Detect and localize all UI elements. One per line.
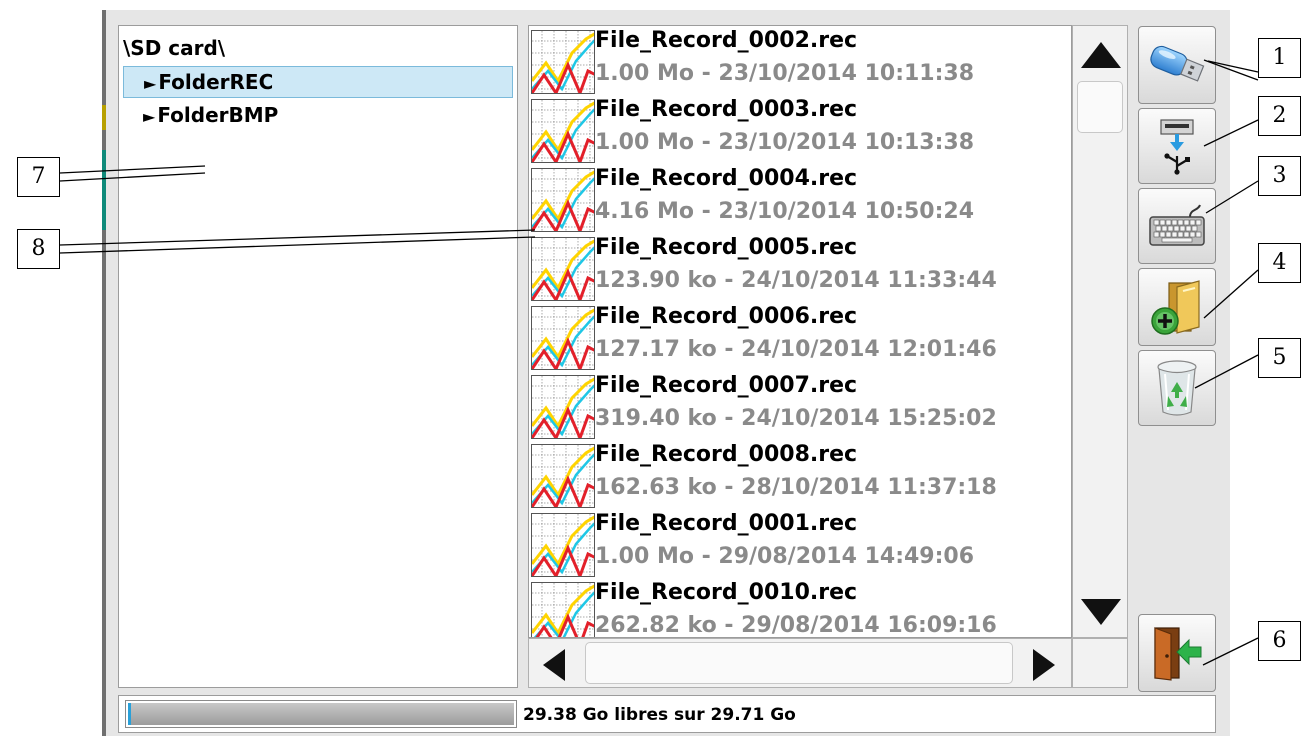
recycle-bin-icon [1157,360,1197,416]
horizontal-scroll-thumb[interactable] [585,642,1013,684]
file-name: File_Record_0006.rec [595,304,858,329]
record-file-icon [531,30,595,94]
file-size-date: 127.17 ko - 24/10/2014 12:01:46 [595,337,997,362]
exit-door-icon [1154,627,1202,681]
file-size-date: 162.63 ko - 28/10/2014 11:37:18 [595,475,997,500]
file-list-item[interactable]: File_Record_0002.rec 1.00 Mo - 23/10/2014… [529,26,1071,95]
record-file-icon [531,306,595,370]
file-name: File_Record_0003.rec [595,97,858,122]
file-list-item[interactable]: File_Record_0007.rec 319.40 ko - 24/10/20… [529,371,1071,440]
scroll-up-icon[interactable] [1081,42,1121,68]
storage-usage-fill [128,703,514,725]
keyboard-button[interactable] [1138,188,1216,264]
tree-item-label: FolderBMP [157,103,279,127]
file-list-item[interactable]: File_Record_0005.rec 123.90 ko - 24/10/20… [529,233,1071,302]
file-list-item[interactable]: File_Record_0004.rec 4.16 Mo - 23/10/2014… [529,164,1071,233]
record-file-icon [531,375,595,439]
file-size-date: 262.82 ko - 29/08/2014 16:09:16 [595,613,997,638]
callout-3: 3 [1258,156,1301,196]
file-size-date: 1.00 Mo - 23/10/2014 10:13:38 [595,130,975,155]
scroll-left-icon[interactable] [543,649,565,681]
storage-usage-bar [125,700,517,728]
tree-root-label[interactable]: \SD card\ [123,36,225,60]
tree-item-label: FolderREC [158,70,274,94]
file-name: File_Record_0010.rec [595,580,858,605]
file-list-panel[interactable]: File_Record_0002.rec 1.00 Mo - 23/10/2014… [528,25,1072,638]
tree-item-folderbmp[interactable]: ► FolderBMP [123,100,513,132]
tree-item-folderrec[interactable]: ► FolderREC [123,66,513,98]
file-name: File_Record_0008.rec [595,442,858,467]
usb-stick-icon [1150,45,1205,82]
record-file-icon [531,582,595,637]
file-name: File_Record_0001.rec [595,511,858,536]
file-list-item[interactable]: File_Record_0008.rec 162.63 ko - 28/10/20… [529,440,1071,509]
file-size-date: 1.00 Mo - 23/10/2014 10:11:38 [595,61,975,86]
file-size-date: 319.40 ko - 24/10/2014 15:25:02 [595,406,997,431]
folder-tree-panel[interactable]: \SD card\ ► FolderREC ► FolderBMP [118,25,518,688]
file-list-item[interactable]: File_Record_0006.rec 127.17 ko - 24/10/20… [529,302,1071,371]
delete-button[interactable] [1138,350,1216,426]
file-size-date: 1.00 Mo - 29/08/2014 14:49:06 [595,544,975,569]
file-list-item[interactable]: File_Record_0010.rec 262.82 ko - 29/08/20… [529,578,1071,638]
usb-transfer-icon [1160,119,1194,175]
file-name: File_Record_0005.rec [595,235,858,260]
record-file-icon [531,99,595,163]
status-bar: 29.38 Go libres sur 29.71 Go [118,695,1216,733]
keyboard-icon [1149,204,1205,246]
callout-7: 7 [17,157,60,197]
record-file-icon [531,513,595,577]
callout-8: 8 [17,229,60,269]
callout-6: 6 [1258,621,1301,661]
file-name: File_Record_0004.rec [595,166,858,191]
horizontal-scrollbar[interactable] [528,638,1072,688]
folder-arrow-icon: ► [144,74,157,93]
callout-5: 5 [1258,338,1301,378]
record-file-icon [531,444,595,508]
file-list-item[interactable]: File_Record_0001.rec 1.00 Mo - 29/08/2014… [529,509,1071,578]
record-file-icon [531,168,595,232]
callout-2: 2 [1258,96,1301,136]
new-folder-button[interactable] [1138,268,1216,346]
free-space-text: 29.38 Go libres sur 29.71 Go [523,705,796,725]
scroll-right-icon[interactable] [1033,649,1055,681]
usb-export-button[interactable] [1138,26,1216,104]
file-name: File_Record_0007.rec [595,373,858,398]
usb-transfer-button[interactable] [1138,108,1216,184]
file-size-date: 4.16 Mo - 23/10/2014 10:50:24 [595,199,975,224]
folder-arrow-icon: ► [143,107,156,126]
record-file-icon [531,237,595,301]
file-name: File_Record_0002.rec [595,28,858,53]
new-folder-icon [1151,280,1200,335]
scroll-down-icon[interactable] [1081,599,1121,625]
vertical-scroll-thumb[interactable] [1077,81,1123,133]
file-size-date: 123.90 ko - 24/10/2014 11:33:44 [595,268,997,293]
callout-4: 4 [1258,243,1301,283]
scrollbar-corner [1072,638,1128,688]
vertical-scrollbar[interactable] [1072,25,1128,638]
callout-1: 1 [1258,38,1301,78]
exit-button[interactable] [1138,614,1216,692]
file-list-item[interactable]: File_Record_0003.rec 1.00 Mo - 23/10/2014… [529,95,1071,164]
